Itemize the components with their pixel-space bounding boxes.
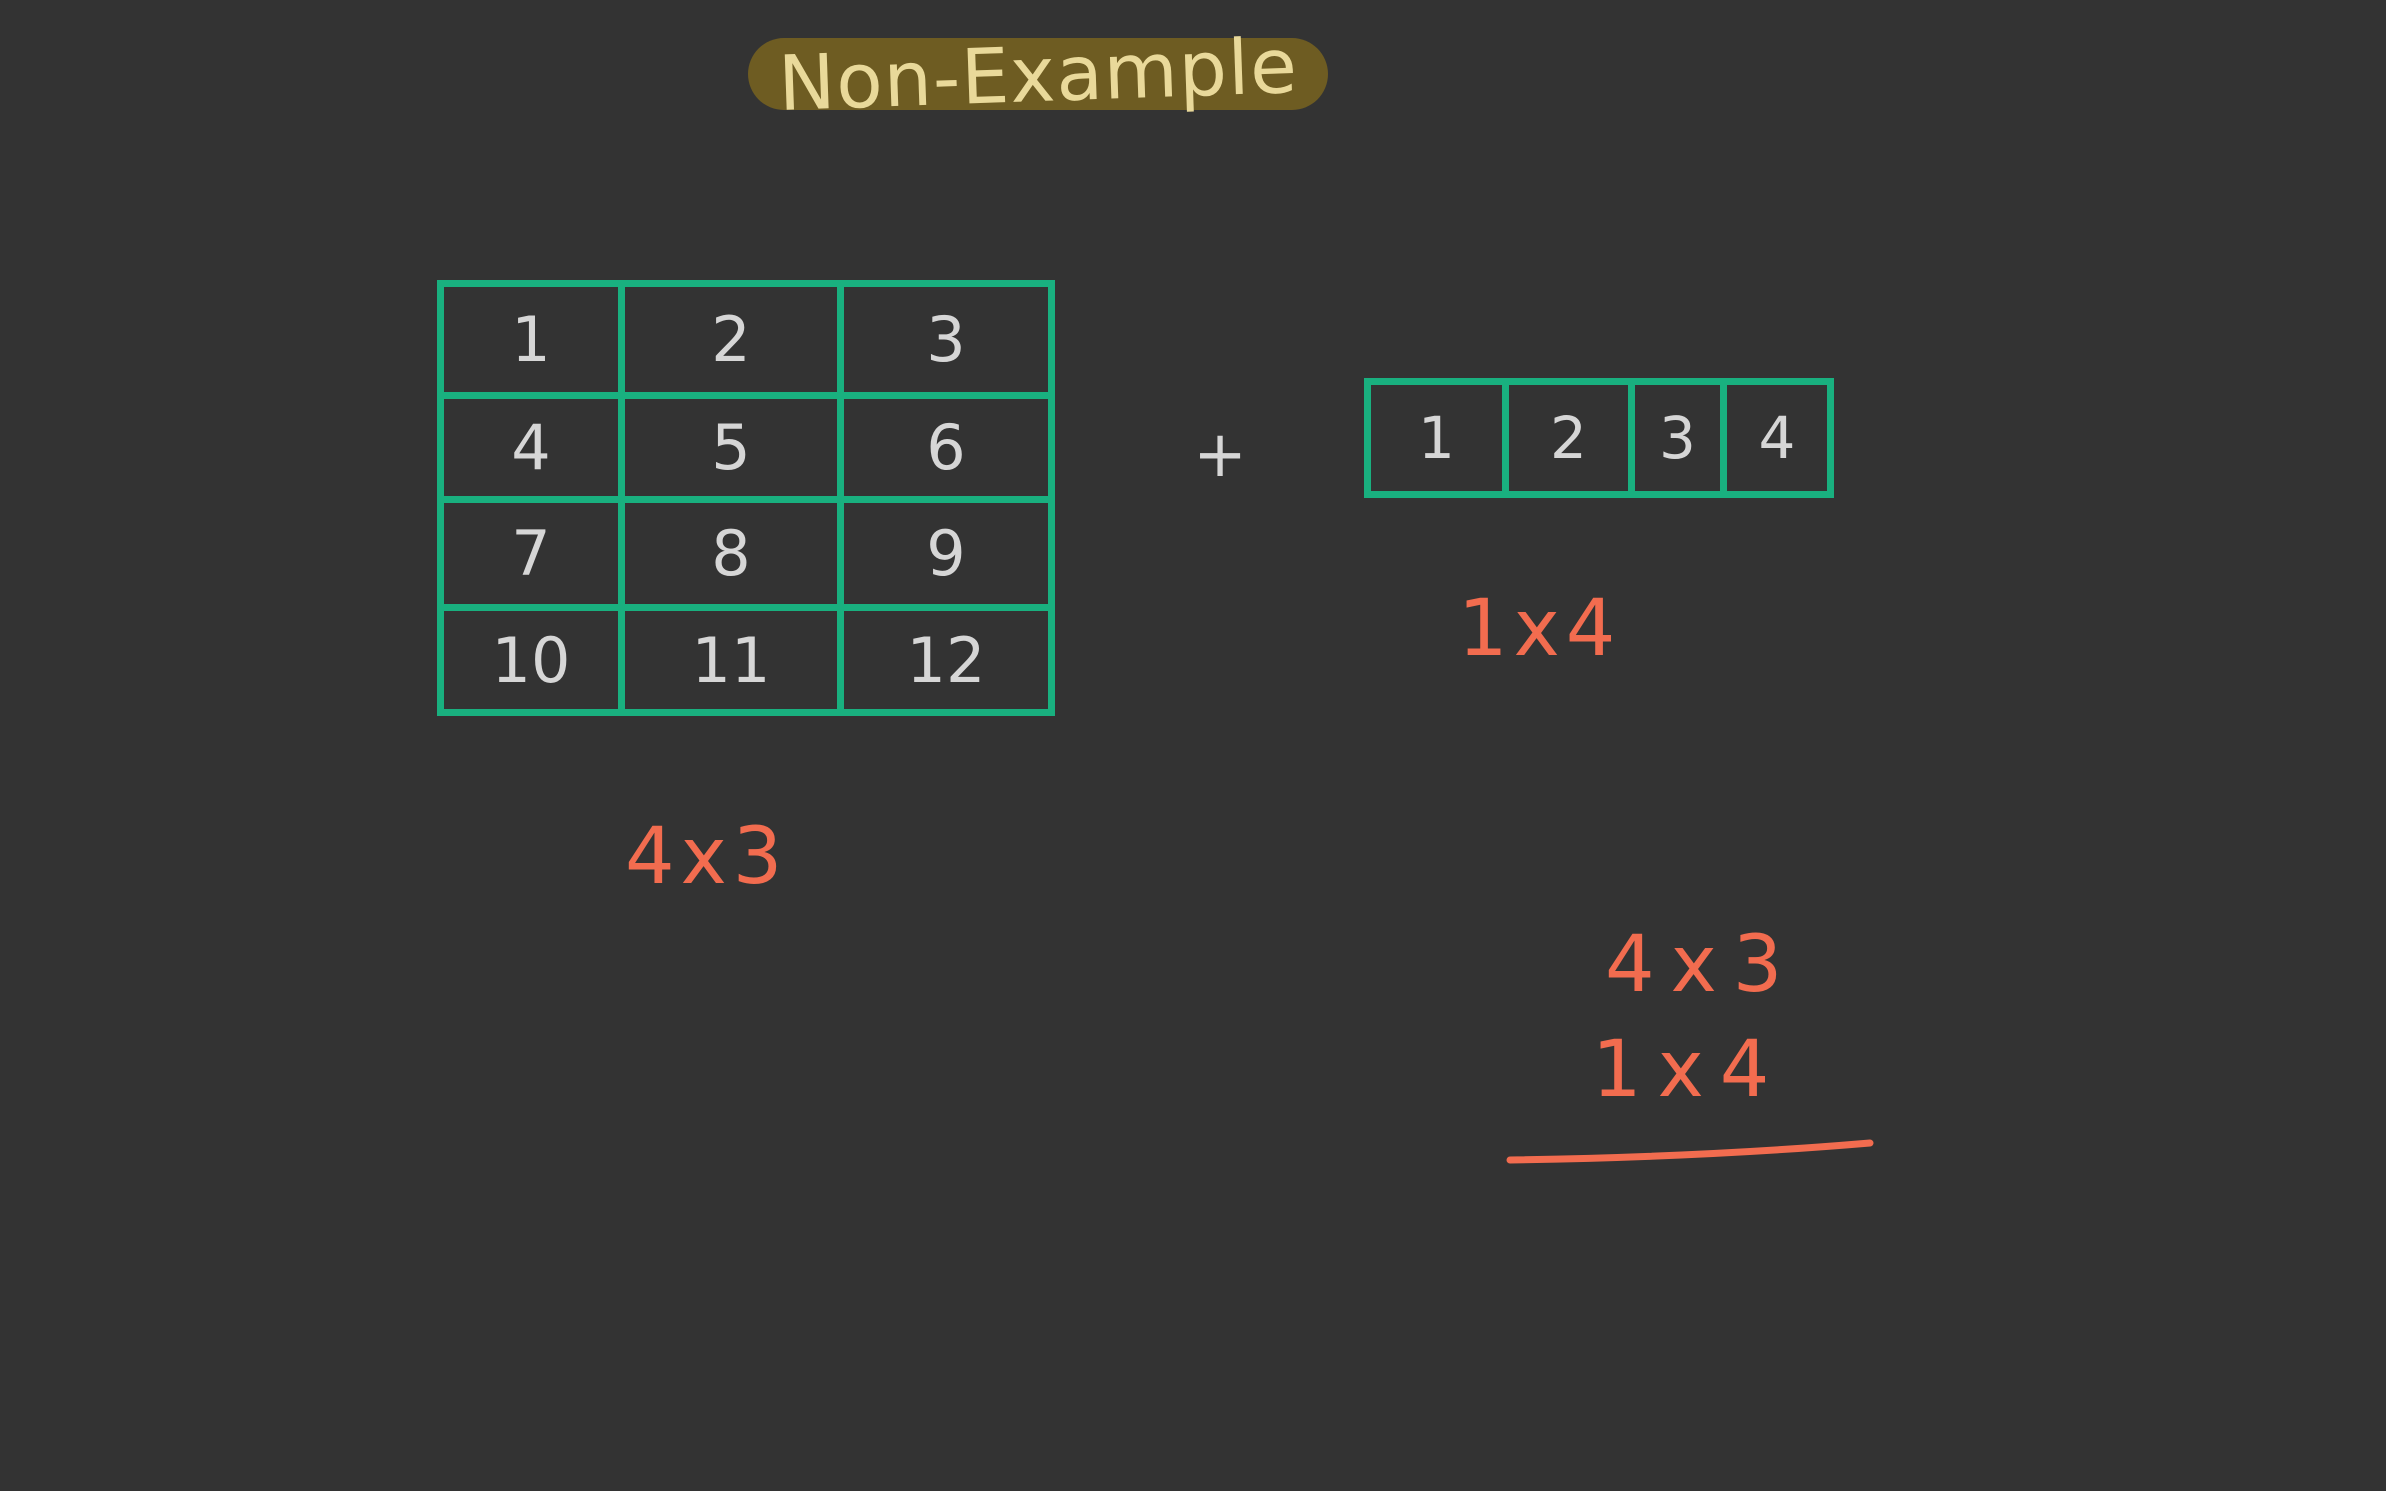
grid-cell: 2 <box>625 287 844 399</box>
addition-line-1: 4x3 <box>1605 920 1799 1010</box>
grid-expression: 4x3 <box>625 812 789 902</box>
array-strip-1x4: 1 2 3 4 <box>1364 378 1834 498</box>
page-title: Non-Example <box>776 20 1300 129</box>
grid-cell: 8 <box>625 503 844 611</box>
plus-sign: + <box>1193 418 1247 492</box>
array-grid-4x3: 1 2 3 4 5 6 7 8 9 10 11 12 <box>437 280 1055 716</box>
strip-cell: 1 <box>1371 385 1509 491</box>
grid-cell: 5 <box>625 399 844 503</box>
grid-cell: 12 <box>906 623 986 697</box>
addition-line-2: 1x4 <box>1592 1025 1786 1115</box>
strip-expression: 1x4 <box>1458 584 1622 674</box>
grid-cell: 3 <box>844 287 1048 399</box>
grid-cell: 11 <box>625 611 844 709</box>
sum-underline <box>1506 1139 1874 1164</box>
grid-cell: 4 <box>444 399 625 503</box>
grid-cell: 10 <box>444 611 625 709</box>
strip-cell: 4 <box>1758 404 1796 472</box>
strip-cell: 2 <box>1509 385 1635 491</box>
grid-cell: 7 <box>444 503 625 611</box>
whiteboard-canvas: Non-Example 1 2 3 4 5 6 7 8 9 10 11 12 +… <box>0 0 2386 1491</box>
grid-cell: 9 <box>844 503 1048 611</box>
grid-cell: 6 <box>844 399 1048 503</box>
strip-cell: 3 <box>1635 385 1727 491</box>
grid-cell: 1 <box>444 287 625 399</box>
